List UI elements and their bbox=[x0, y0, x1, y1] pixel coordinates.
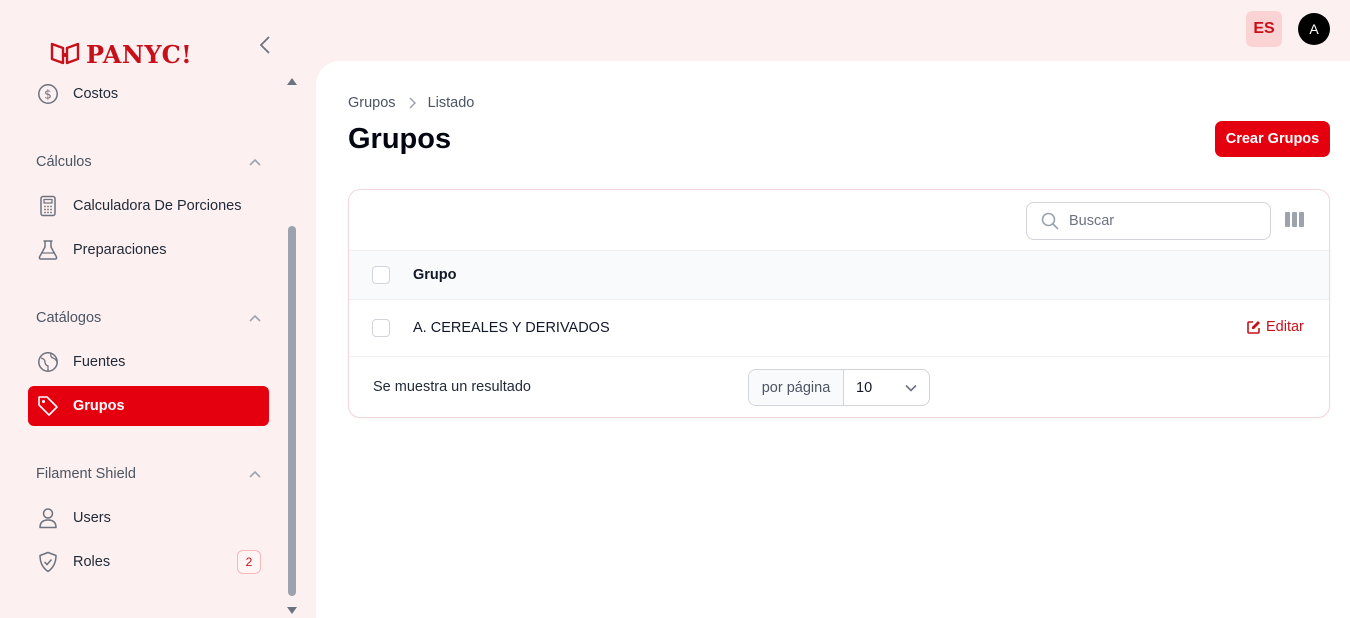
chevron-right-icon bbox=[409, 97, 416, 109]
chevron-left-icon bbox=[259, 36, 270, 54]
sidebar-scrollbar[interactable] bbox=[285, 78, 299, 614]
sidebar-item-fuentes[interactable]: Fuentes bbox=[28, 342, 269, 382]
edit-label: Editar bbox=[1266, 319, 1304, 335]
results-summary: Se muestra un resultado bbox=[373, 379, 531, 395]
breadcrumb-item-grupos[interactable]: Grupos bbox=[348, 95, 396, 111]
calculator-icon bbox=[37, 195, 59, 217]
columns-toggle-icon[interactable] bbox=[1285, 212, 1305, 230]
table-footer: Se muestra un resultado por página 10 bbox=[349, 357, 1329, 417]
groups-table: Grupo A. CEREALES Y DERIVADOS Editar Se … bbox=[348, 189, 1330, 418]
sidebar-item-label: Roles bbox=[73, 554, 111, 570]
group-label: Cálculos bbox=[36, 154, 92, 170]
per-page-select[interactable]: 10 bbox=[844, 370, 929, 405]
per-page-label: por página bbox=[749, 370, 844, 405]
scroll-down-arrow-icon[interactable] bbox=[287, 607, 297, 614]
sidebar: PANYC! $ Costos Cálculos Calculadora De … bbox=[0, 0, 300, 618]
table-header: Grupo bbox=[349, 251, 1329, 300]
breadcrumb: Grupos Listado bbox=[348, 95, 474, 111]
group-filament-shield[interactable]: Filament Shield bbox=[36, 462, 261, 486]
sidebar-item-calculadora[interactable]: Calculadora De Porciones bbox=[28, 186, 269, 226]
sidebar-item-grupos[interactable]: Grupos bbox=[28, 386, 269, 426]
group-calculos[interactable]: Cálculos bbox=[36, 150, 261, 174]
per-page-value: 10 bbox=[856, 379, 873, 396]
page-title: Grupos bbox=[348, 123, 452, 155]
chevron-up-icon bbox=[249, 314, 261, 322]
sidebar-item-users[interactable]: Users bbox=[28, 498, 269, 538]
sidebar-item-costos[interactable]: $ Costos bbox=[28, 74, 269, 114]
shield-check-icon bbox=[37, 551, 59, 573]
sidebar-item-label: Calculadora De Porciones bbox=[73, 198, 242, 214]
chevron-up-icon bbox=[249, 470, 261, 478]
search-input[interactable] bbox=[1069, 213, 1249, 229]
cell-grupo: A. CEREALES Y DERIVADOS bbox=[413, 320, 610, 336]
sidebar-item-label: Users bbox=[73, 510, 111, 526]
row-checkbox[interactable] bbox=[372, 319, 390, 337]
table-row: A. CEREALES Y DERIVADOS Editar bbox=[349, 300, 1329, 357]
dollar-circle-icon: $ bbox=[37, 83, 59, 105]
sidebar-item-label: Fuentes bbox=[73, 354, 126, 370]
brand-logo[interactable]: PANYC! bbox=[50, 40, 192, 69]
brand-name: PANYC! bbox=[86, 40, 193, 69]
group-label: Filament Shield bbox=[36, 466, 136, 482]
column-header-grupo[interactable]: Grupo bbox=[413, 267, 457, 283]
chevron-up-icon bbox=[249, 158, 261, 166]
pencil-square-icon bbox=[1247, 321, 1260, 334]
select-all-checkbox[interactable] bbox=[372, 266, 390, 284]
sidebar-item-label: Grupos bbox=[73, 398, 125, 414]
table-toolbar bbox=[349, 190, 1329, 251]
sidebar-item-roles[interactable]: Roles 2 bbox=[28, 542, 269, 582]
language-switcher[interactable]: ES bbox=[1246, 11, 1282, 47]
beaker-icon bbox=[37, 239, 59, 261]
collapse-sidebar-button[interactable] bbox=[255, 34, 275, 56]
sidebar-item-label: Costos bbox=[73, 86, 119, 102]
chevron-down-icon bbox=[905, 384, 917, 392]
user-avatar[interactable]: A bbox=[1298, 13, 1330, 45]
user-icon bbox=[37, 507, 59, 529]
book-logo-icon bbox=[50, 41, 80, 68]
tag-icon bbox=[37, 395, 59, 417]
sidebar-item-preparaciones[interactable]: Preparaciones bbox=[28, 230, 269, 270]
group-label: Catálogos bbox=[36, 310, 102, 326]
globe-icon bbox=[37, 351, 59, 373]
sidebar-item-label: Preparaciones bbox=[73, 242, 167, 258]
search-box[interactable] bbox=[1026, 202, 1271, 240]
per-page-control[interactable]: por página 10 bbox=[748, 369, 930, 406]
group-catalogos[interactable]: Catálogos bbox=[36, 306, 261, 330]
edit-button[interactable]: Editar bbox=[1247, 319, 1304, 335]
roles-count-badge: 2 bbox=[237, 550, 261, 574]
sidebar-nav: $ Costos Cálculos Calculadora De Porcion… bbox=[0, 72, 285, 618]
scroll-up-arrow-icon[interactable] bbox=[287, 78, 297, 85]
svg-text:$: $ bbox=[44, 88, 52, 102]
search-icon bbox=[1041, 212, 1059, 230]
main-panel: Grupos Listado Grupos Crear Grupos Grupo… bbox=[316, 61, 1350, 618]
breadcrumb-item-listado: Listado bbox=[427, 95, 475, 111]
create-group-button[interactable]: Crear Grupos bbox=[1215, 121, 1330, 157]
scrollbar-thumb[interactable] bbox=[288, 226, 296, 596]
